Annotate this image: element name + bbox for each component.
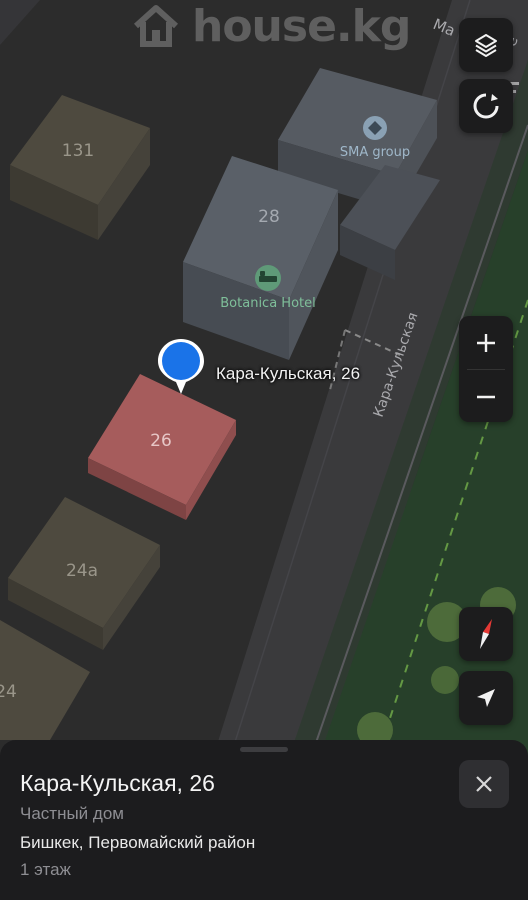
navigation-arrow-icon bbox=[477, 689, 495, 707]
compass-icon bbox=[480, 619, 492, 649]
poi-sma-label[interactable]: SMA group bbox=[340, 145, 410, 160]
building-number-24: 24 bbox=[0, 682, 17, 702]
place-type: Частный дом bbox=[20, 804, 124, 823]
zoom-out-button[interactable] bbox=[459, 370, 513, 422]
plus-icon bbox=[477, 333, 495, 352]
locate-me-button[interactable] bbox=[459, 671, 513, 725]
place-title: Кара-Кульская, 26 bbox=[20, 770, 215, 796]
guidance-button[interactable] bbox=[459, 79, 513, 133]
place-floors: 1 этаж bbox=[20, 860, 71, 879]
layers-button[interactable] bbox=[459, 18, 513, 72]
place-address: Бишкек, Первомайский район bbox=[20, 833, 256, 852]
building-number-28: 28 bbox=[258, 207, 280, 227]
zoom-controls bbox=[459, 316, 513, 422]
close-button[interactable] bbox=[459, 760, 509, 808]
layers-icon bbox=[475, 34, 497, 57]
close-icon bbox=[476, 776, 492, 792]
poi-hotel-label[interactable]: Botanica Hotel bbox=[220, 296, 315, 311]
building-number-24a: 24а bbox=[66, 561, 98, 581]
minus-icon bbox=[477, 395, 495, 398]
place-details-sheet[interactable]: Кара-Кульская, 26 Частный дом Бишкек, Пе… bbox=[0, 740, 528, 900]
tree bbox=[431, 666, 459, 694]
zoom-in-button[interactable] bbox=[459, 316, 513, 369]
circle-arrow-icon bbox=[473, 93, 499, 119]
location-pin-icon[interactable] bbox=[156, 337, 206, 397]
building-number-26: 26 bbox=[150, 431, 172, 451]
compass-button[interactable] bbox=[459, 607, 513, 661]
pin-label: Кара-Кульская, 26 bbox=[216, 364, 361, 383]
sheet-drag-handle[interactable] bbox=[240, 747, 288, 752]
building-number-131: 131 bbox=[62, 141, 94, 161]
